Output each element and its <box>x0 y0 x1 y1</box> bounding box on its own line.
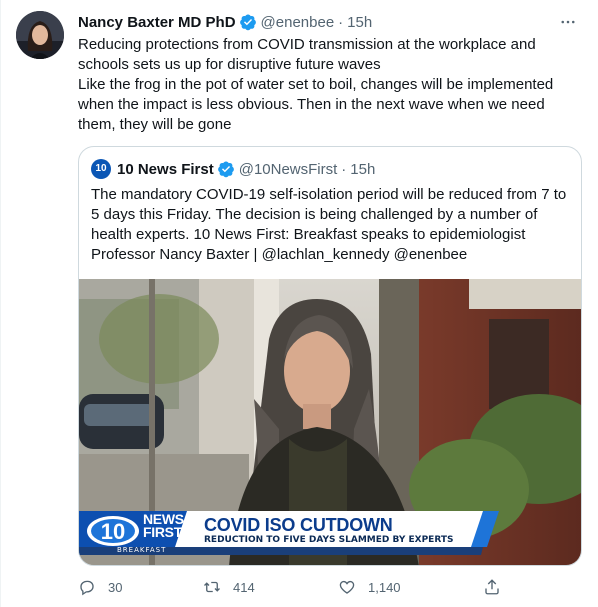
reply-count: 30 <box>108 579 123 595</box>
retweet-count: 414 <box>233 579 255 595</box>
author-name[interactable]: Nancy Baxter MD PhD <box>78 14 236 31</box>
tweet[interactable]: Nancy Baxter MD PhD @enenbee · 15h Reduc… <box>0 0 598 607</box>
more-icon[interactable] <box>556 12 580 32</box>
brand-sub: BREAKFAST <box>117 546 167 554</box>
tweet-header: Nancy Baxter MD PhD @enenbee · 15h <box>78 12 372 32</box>
tweet-text-line2: Like the frog in the pot of water set to… <box>78 76 554 133</box>
lower-third-headline: COVID ISO CUTDOWN <box>204 515 393 535</box>
verified-badge-icon <box>239 13 257 31</box>
news-lower-third: 10 NEWS FIRST BREAKFAST COVID ISO CUTDOW… <box>79 511 581 555</box>
like-button[interactable]: 1,140 <box>338 575 401 599</box>
tweet-time[interactable]: 15h <box>347 14 372 31</box>
share-icon <box>485 579 499 595</box>
tweet-actions: 30 414 1,140 <box>78 575 518 599</box>
retweet-button[interactable]: 414 <box>203 575 255 599</box>
separator-dot: · <box>341 160 347 178</box>
tweet-text-line1: Reducing protections from COVID transmis… <box>78 36 536 73</box>
heart-icon <box>339 580 355 594</box>
logo-number: 10 <box>101 519 125 544</box>
quoted-author-handle[interactable]: @10NewsFirst <box>239 161 338 178</box>
lower-third-brand: NEWS FIRST <box>143 512 203 540</box>
reply-icon <box>80 580 94 596</box>
author-avatar[interactable] <box>16 11 64 59</box>
author-handle[interactable]: @enenbee <box>261 14 335 31</box>
verified-badge-icon <box>217 160 235 178</box>
tweet-text: Reducing protections from COVID transmis… <box>78 35 578 135</box>
share-button[interactable] <box>483 575 513 599</box>
quoted-avatar-text: 10 <box>95 163 107 174</box>
quoted-tweet-text: The mandatory COVID-19 self-isolation pe… <box>91 186 567 263</box>
brand-line2: FIRST <box>143 524 182 540</box>
like-count: 1,140 <box>368 579 401 595</box>
quoted-tweet[interactable]: 10 10 News First @10NewsFirst · 15h The … <box>78 146 582 566</box>
retweet-icon <box>204 581 220 593</box>
quoted-author-avatar[interactable]: 10 <box>91 159 111 179</box>
separator-dot: · <box>338 13 344 31</box>
quoted-author-name[interactable]: 10 News First <box>117 161 214 178</box>
reply-button[interactable]: 30 <box>78 575 122 599</box>
video-thumbnail[interactable]: 10 NEWS FIRST BREAKFAST COVID ISO CUTDOW… <box>79 279 581 565</box>
quoted-tweet-header: 10 10 News First @10NewsFirst · 15h <box>91 159 375 179</box>
lower-third-strap: REDUCTION TO FIVE DAYS SLAMMED BY EXPERT… <box>204 535 454 545</box>
quoted-tweet-time[interactable]: 15h <box>350 161 375 178</box>
